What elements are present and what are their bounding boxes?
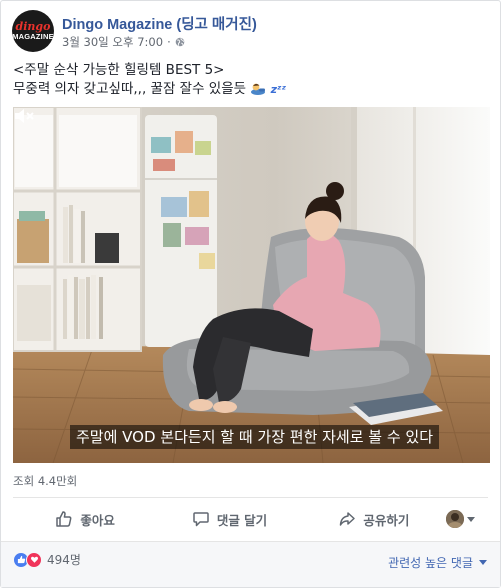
video-player[interactable]: 주말에 VOD 본다든지 할 때 가장 편한 자세로 볼 수 있다 [13,107,490,463]
post-text-line-1: <주말 순삭 가능한 힐링템 BEST 5> [13,62,225,78]
share-button-label: 공유하기 [363,512,410,528]
user-avatar-image [445,510,464,528]
page-name-link[interactable]: Dingo Magazine (딩고 매거진) [62,13,257,34]
avatar-logo-subtext: MAGAZINE [12,32,54,41]
reaction-summary[interactable]: 494명 [13,551,81,568]
post-as-selector[interactable] [445,510,484,528]
action-bar: 좋아요 댓글 달기 공유하기 [13,499,490,539]
video-subtitle: 주말에 VOD 본다든지 할 때 가장 편한 자세로 볼 수 있다 [70,425,440,449]
divider [13,497,488,498]
post-text: <주말 순삭 가능한 힐링템 BEST 5> 무중력 의자 갖고싶따,,, 꿀잠… [13,61,286,99]
zzz-emoji: zᶻᶻ [270,83,287,96]
post-text-line-2: 무중력 의자 갖고싶따,,, 꿀잠 잘수 있을듯 zᶻᶻ [13,80,286,99]
reactions-footer: 494명 관련성 높은 댓글 [1,541,500,587]
chevron-down-icon [466,516,475,522]
comment-sort-dropdown[interactable]: 관련성 높은 댓글 [388,554,487,571]
speaker-muted-icon[interactable] [13,107,35,125]
user-avatar [445,510,464,528]
view-count: 조회 4.4만회 [13,474,78,488]
page-avatar[interactable]: dingo MAGAZINE [12,10,54,52]
post-timestamp[interactable]: 3월 30일 오후 7:00 [62,34,163,50]
post-meta: 3월 30일 오후 7:00 · [62,34,185,50]
reaction-count[interactable]: 494명 [47,551,81,568]
comment-sort-label: 관련성 높은 댓글 [388,556,473,570]
share-arrow-icon [340,512,356,526]
comment-bubble-icon [193,512,209,527]
chevron-down-icon [479,560,487,565]
comment-button[interactable]: 댓글 달기 [157,510,301,529]
share-button[interactable]: 공유하기 [302,510,446,529]
video-frame-image [13,107,490,463]
globe-icon[interactable] [175,37,185,47]
like-button[interactable]: 좋아요 [13,510,157,529]
comment-button-label: 댓글 달기 [216,512,268,528]
sleeping-person-emoji-icon [251,83,266,95]
thumbs-up-icon [56,511,72,527]
post-card: dingo MAGAZINE Dingo Magazine (딩고 매거진) 3… [0,0,501,588]
post-text-line-2-text: 무중력 의자 갖고싶따,,, 꿀잠 잘수 있을듯 [13,81,247,97]
avatar-logo-text: dingo [15,20,51,33]
meta-separator: · [167,35,171,49]
love-reaction-icon [26,551,42,568]
like-button-label: 좋아요 [80,512,115,528]
